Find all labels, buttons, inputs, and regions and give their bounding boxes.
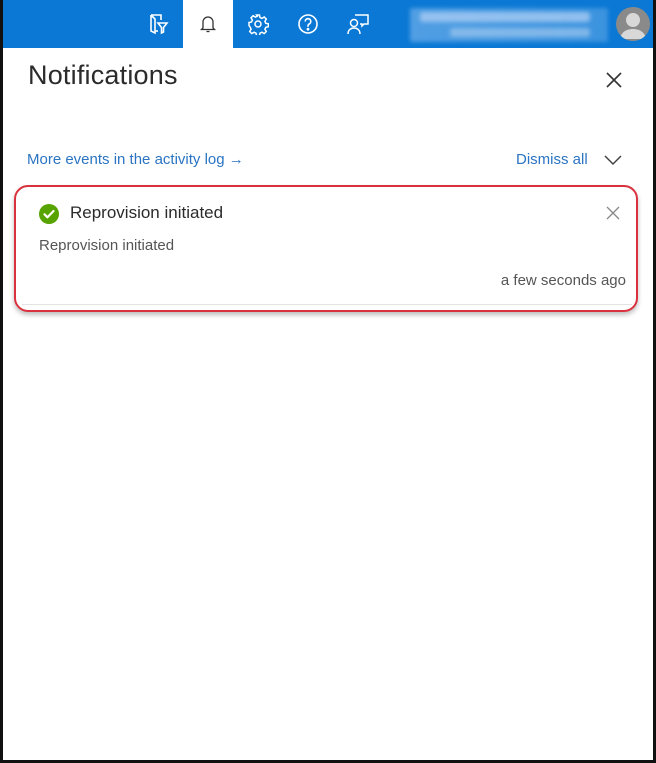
help-button[interactable] (283, 0, 333, 48)
notifications-bell-icon (199, 16, 217, 33)
success-check-icon (39, 204, 59, 224)
top-navigation-bar (0, 0, 656, 48)
screenshot-frame (0, 0, 656, 763)
feedback-icon (347, 14, 369, 35)
close-panel-button[interactable] (600, 66, 628, 94)
dismiss-all-button[interactable]: Dismiss all (516, 151, 588, 168)
panel-title: Notifications (28, 60, 178, 90)
dismiss-options-chevron[interactable] (602, 152, 624, 168)
account-info-blurred[interactable] (410, 8, 608, 42)
settings-button[interactable] (233, 0, 283, 48)
activity-log-link[interactable]: More events in the activity log → (27, 151, 244, 168)
settings-gear-icon (248, 14, 269, 35)
directory-filter-icon (150, 14, 169, 35)
notification-title: Reprovision initiated (70, 203, 224, 222)
close-icon (606, 72, 622, 88)
feedback-button[interactable] (333, 0, 383, 48)
close-icon (606, 206, 620, 220)
notification-item[interactable]: Reprovision initiated Reprovision initia… (22, 192, 632, 305)
directory-filter-button[interactable] (133, 0, 183, 48)
help-question-icon (298, 14, 318, 34)
notifications-button[interactable] (183, 0, 233, 48)
user-avatar-icon (620, 13, 646, 39)
notification-timestamp: a few seconds ago (500, 272, 626, 289)
dismiss-notification-button[interactable] (605, 205, 621, 221)
notification-body: Reprovision initiated (39, 237, 175, 254)
user-avatar[interactable] (616, 7, 650, 41)
chevron-down-icon (604, 155, 622, 166)
